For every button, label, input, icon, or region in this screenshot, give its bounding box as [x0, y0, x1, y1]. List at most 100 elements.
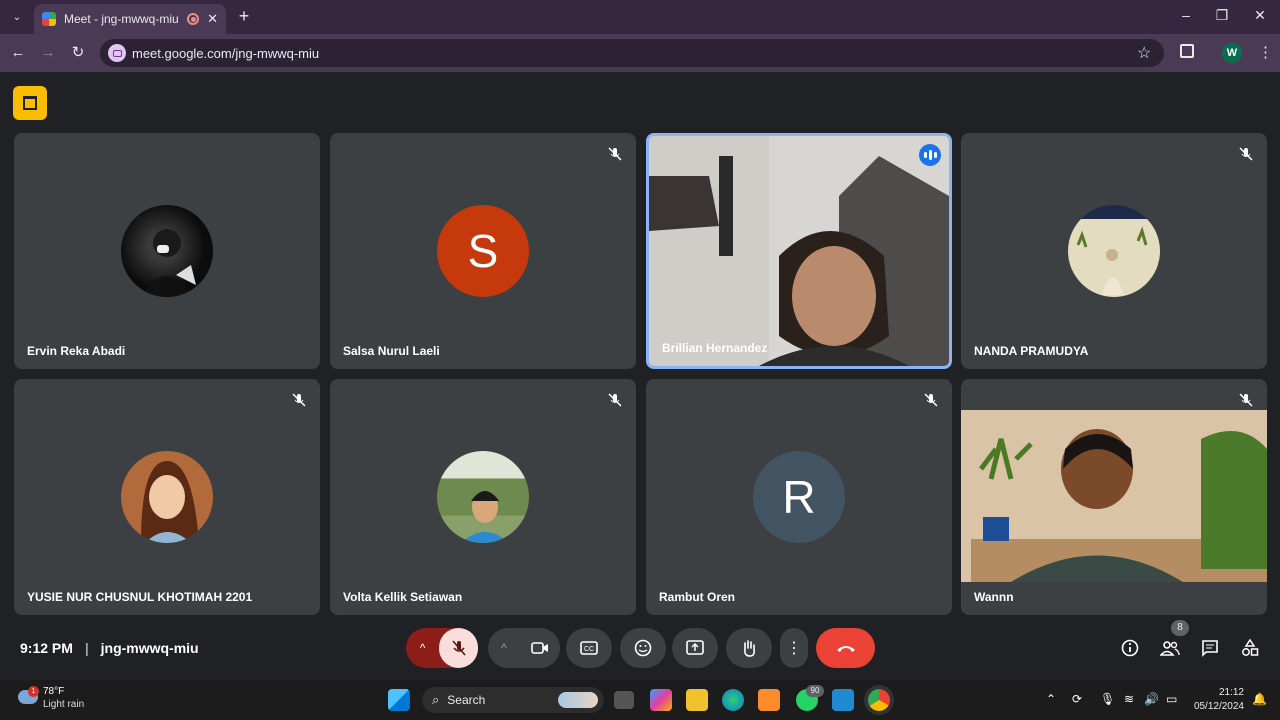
- chrome-icon[interactable]: [868, 689, 890, 711]
- participant-name: Ervin Reka Abadi: [27, 344, 126, 358]
- participant-avatar: [121, 451, 213, 543]
- participant-video: [961, 410, 1267, 582]
- close-tab-icon[interactable]: ✕: [207, 11, 218, 27]
- close-window-button[interactable]: ✕: [1250, 7, 1270, 24]
- avatar-photo-icon: [1076, 226, 1148, 295]
- mic-off-icon: [924, 393, 938, 407]
- participant-count-badge: 8: [1171, 620, 1189, 636]
- mic-off-icon: [292, 393, 306, 407]
- taskbar-search[interactable]: ⌕ Search: [422, 687, 604, 713]
- mic-off-icon: [608, 147, 622, 161]
- taskbar-date: 05/12/2024: [1193, 701, 1244, 712]
- tab-bar: ⌄ Meet - jng-mwwq-miu ✕ + – ❐ ✕: [0, 0, 1280, 34]
- new-tab-button[interactable]: +: [234, 6, 254, 26]
- more-vert-icon: ⋮: [786, 640, 802, 657]
- svg-text:CC: CC: [584, 646, 594, 653]
- sublime-text-icon[interactable]: [758, 689, 780, 711]
- file-explorer-icon[interactable]: [686, 689, 708, 711]
- reactions-button[interactable]: [620, 628, 666, 668]
- participant-name: Brillian Hernandez: [662, 341, 768, 355]
- recording-icon: [187, 13, 200, 25]
- mic-off-icon: [451, 640, 466, 656]
- task-view-icon[interactable]: [614, 691, 634, 709]
- reload-button[interactable]: ↻: [68, 43, 88, 63]
- whatsapp-badge: 90: [806, 685, 824, 697]
- participant-name: NANDA PRAMUDYA: [974, 344, 1089, 358]
- maximize-button[interactable]: ❐: [1212, 7, 1232, 24]
- participant-tile[interactable]: NANDA PRAMUDYA: [961, 133, 1267, 369]
- chat-icon: [1202, 640, 1218, 657]
- mic-toggle-button[interactable]: [439, 628, 478, 668]
- search-label: Search: [447, 693, 486, 707]
- notification-bell-icon[interactable]: 🔔: [1252, 692, 1267, 706]
- end-call-icon: [836, 646, 855, 652]
- separator: |: [84, 640, 89, 656]
- windows-start-icon[interactable]: [388, 689, 410, 711]
- chat-button[interactable]: [1200, 638, 1220, 658]
- camera-toggle-button[interactable]: [520, 628, 560, 668]
- os-taskbar: [0, 680, 1280, 720]
- copilot-icon[interactable]: [650, 689, 672, 711]
- back-button[interactable]: ←: [8, 43, 28, 63]
- microphone-icon[interactable]: 🎙: [1100, 692, 1115, 706]
- forward-button[interactable]: →: [38, 43, 58, 63]
- weather-desc: Light rain: [43, 699, 85, 710]
- profile-avatar[interactable]: W: [1222, 43, 1242, 63]
- extensions-icon[interactable]: [1180, 44, 1194, 58]
- bookmark-star-icon[interactable]: ☆: [1137, 43, 1151, 63]
- tray-overflow-icon[interactable]: ⌃: [1046, 692, 1056, 706]
- shapes-icon: [1242, 639, 1259, 656]
- wifi-icon[interactable]: ≋: [1124, 692, 1134, 706]
- vscode-icon[interactable]: [832, 689, 854, 711]
- participant-tile-active[interactable]: Brillian Hernandez: [646, 133, 952, 369]
- participant-tile[interactable]: Volta Kellik Setiawan: [330, 379, 636, 615]
- browser-menu-icon[interactable]: ⋮: [1258, 43, 1273, 61]
- people-button[interactable]: [1160, 638, 1180, 658]
- minimize-button[interactable]: –: [1176, 7, 1196, 23]
- participant-tile[interactable]: R Rambut Oren: [646, 379, 952, 615]
- leave-call-button[interactable]: [816, 628, 875, 668]
- speaking-indicator-icon: [919, 144, 941, 166]
- weather-widget[interactable]: 1 78°F Light rain: [18, 686, 84, 710]
- mic-off-icon: [608, 393, 622, 407]
- present-screen-icon: [686, 640, 704, 655]
- sync-icon[interactable]: ⟳: [1072, 692, 1082, 706]
- battery-icon[interactable]: ▭: [1166, 692, 1177, 706]
- meeting-info: 9:12 PM | jng-mwwq-miu: [20, 640, 199, 656]
- search-icon: ⌕: [432, 692, 440, 707]
- volume-icon[interactable]: 🔊: [1144, 692, 1159, 706]
- participant-name: Salsa Nurul Laeli: [343, 344, 440, 358]
- tab-meet[interactable]: Meet - jng-mwwq-miu ✕: [34, 4, 226, 34]
- url-text: meet.google.com/jng-mwwq-miu: [132, 45, 320, 61]
- captions-button[interactable]: CC: [566, 628, 612, 668]
- edge-icon[interactable]: [722, 689, 744, 711]
- participant-name: Volta Kellik Setiawan: [343, 590, 463, 604]
- present-button[interactable]: [672, 628, 718, 668]
- camera-options-button[interactable]: ^: [488, 641, 520, 655]
- search-highlight-icon: [558, 692, 598, 708]
- info-icon: [1121, 639, 1139, 657]
- participant-tile[interactable]: Wannn: [961, 379, 1267, 615]
- people-icon: [1160, 641, 1180, 656]
- mic-off-icon: [1239, 147, 1253, 161]
- raise-hand-button[interactable]: [726, 628, 772, 668]
- avatar-photo-icon: [461, 491, 509, 543]
- address-bar[interactable]: meet.google.com/jng-mwwq-miu: [100, 39, 1164, 67]
- meeting-code: jng-mwwq-miu: [100, 640, 199, 656]
- meet-activities-icon[interactable]: [13, 86, 47, 120]
- activities-button[interactable]: [1240, 638, 1260, 658]
- meeting-details-button[interactable]: [1120, 638, 1140, 658]
- participant-video: [649, 136, 949, 366]
- weather-badge: 1: [28, 686, 39, 697]
- participant-avatar: [1068, 205, 1160, 297]
- participant-tile[interactable]: S Salsa Nurul Laeli: [330, 133, 636, 369]
- taskbar-clock[interactable]: 21:12 05/12/2024: [1194, 686, 1244, 714]
- participant-avatar: S: [437, 205, 529, 297]
- participant-tile[interactable]: Ervin Reka Abadi: [14, 133, 320, 369]
- tab-search-button[interactable]: ⌄: [6, 6, 28, 28]
- site-info-icon[interactable]: [108, 44, 126, 62]
- mic-options-button[interactable]: ^: [406, 641, 439, 655]
- more-options-button[interactable]: ⋮: [780, 628, 808, 668]
- participant-avatar: [437, 451, 529, 543]
- participant-tile[interactable]: YUSIE NUR CHUSNUL KHOTIMAH 2201: [14, 379, 320, 615]
